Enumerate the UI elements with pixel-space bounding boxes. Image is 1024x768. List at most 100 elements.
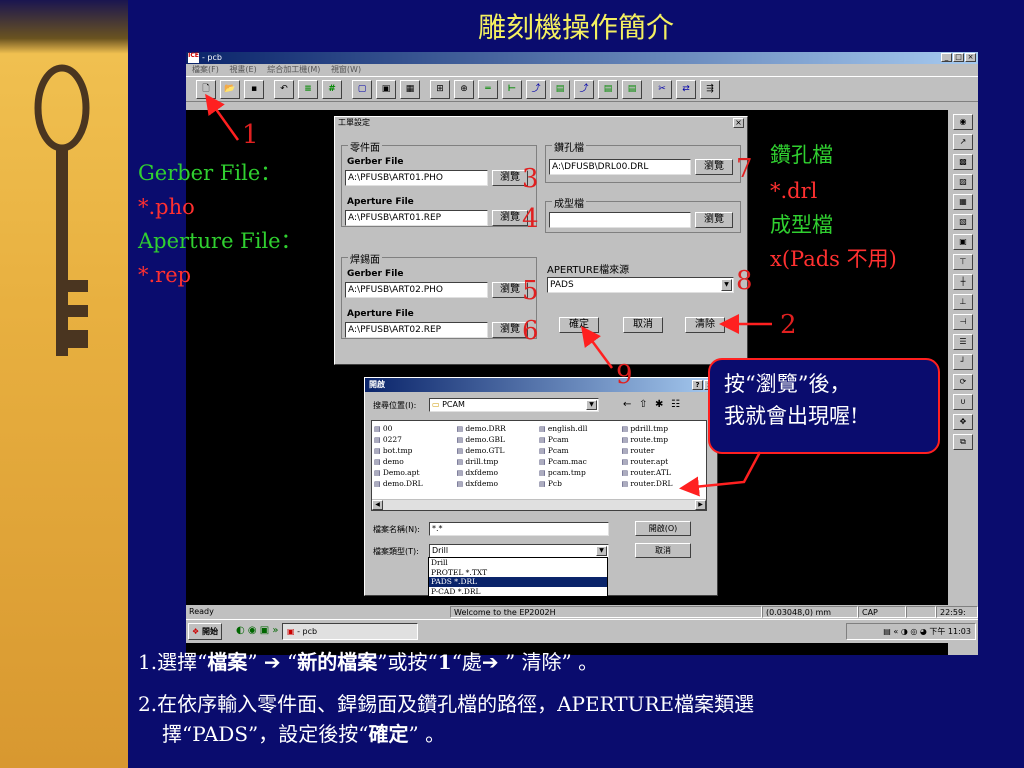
undo-icon[interactable]: ↶	[274, 79, 294, 99]
up-folder-icon[interactable]: ⇧	[639, 399, 647, 410]
scroll-right-icon[interactable]: ▶	[695, 500, 706, 510]
routing-browse-button[interactable]: 瀏覽	[695, 212, 733, 228]
list-item[interactable]: 0227	[374, 434, 457, 445]
list-item[interactable]: english.dll	[539, 423, 622, 434]
scroll-left-icon[interactable]: ◀	[372, 500, 383, 510]
align-top-icon[interactable]: ⊤	[953, 254, 973, 270]
filetype-select[interactable]: Drill ▼	[429, 544, 609, 558]
list-item[interactable]: demo.GBL	[457, 434, 540, 445]
menu-view[interactable]: 視畫(E)	[229, 65, 256, 74]
list-item[interactable]: router.ATL	[622, 467, 705, 478]
component-gerber-field[interactable]: A:\PFUSB\ART01.PHO	[345, 170, 488, 186]
frame-icon[interactable]: ▣	[376, 79, 396, 99]
open-button[interactable]: 開啟(O)	[635, 521, 691, 536]
file-list[interactable]: 00 0227 bot.tmp demo Demo.apt demo.DRL d…	[371, 420, 707, 511]
save-icon[interactable]: ▪	[244, 79, 264, 99]
zoom-icon[interactable]: ⊞	[430, 79, 450, 99]
drill-icon[interactable]: ✂	[652, 79, 672, 99]
list-item[interactable]: 00	[374, 423, 457, 434]
open-folder-icon[interactable]: 📂	[220, 79, 240, 99]
route-icon[interactable]: ⇄	[676, 79, 696, 99]
measure-icon[interactable]: ⊢	[502, 79, 522, 99]
corner-icon[interactable]: ┘	[953, 354, 973, 370]
list-item[interactable]: drill.tmp	[457, 456, 540, 467]
list-item[interactable]: router.apt	[622, 456, 705, 467]
list-item[interactable]: router	[622, 445, 705, 456]
component-aperture-field[interactable]: A:\PFUSB\ART01.REP	[345, 210, 488, 226]
routing-path-field[interactable]	[549, 212, 691, 228]
maximize-icon[interactable]: □	[953, 53, 964, 62]
new-file-icon[interactable]: 🗋	[196, 79, 216, 99]
list-item[interactable]: dxfdemo	[457, 478, 540, 489]
menu-file[interactable]: 檔案(F)	[192, 65, 219, 74]
new-folder-icon[interactable]: ✱	[655, 399, 663, 410]
list-item[interactable]: Pcb	[539, 478, 622, 489]
path-icon[interactable]: ⤴	[526, 79, 546, 99]
path2-icon[interactable]: ⤴	[574, 79, 594, 99]
list-item[interactable]: Pcam.mac	[539, 456, 622, 467]
menu-machine[interactable]: 綜合加工機(M)	[267, 65, 320, 74]
list-item[interactable]: bot.tmp	[374, 445, 457, 456]
open-cancel-button[interactable]: 取消	[635, 543, 691, 558]
layers-icon[interactable]: ≡	[298, 79, 318, 99]
clear-button[interactable]: 清除	[685, 317, 725, 333]
move-icon[interactable]: ✥	[953, 414, 973, 430]
close-icon[interactable]: ×	[965, 53, 976, 62]
taskbar-item-pcb[interactable]: ▣ - pcb	[282, 623, 418, 640]
menu-window[interactable]: 視窗(W)	[331, 65, 361, 74]
align-center-icon[interactable]: ┼	[953, 274, 973, 290]
list-item[interactable]: P-CAD *.DRL	[429, 587, 607, 597]
quicklaunch-icons[interactable]: ◐ ◉ ▣ »	[236, 625, 279, 636]
drill-browse-button[interactable]: 瀏覽	[695, 159, 733, 175]
select-icon[interactable]: ▢	[352, 79, 372, 99]
grid-icon[interactable]: #	[322, 79, 342, 99]
chevron-down-icon[interactable]: ▼	[586, 400, 597, 410]
list-item[interactable]: router.DRL	[622, 478, 705, 489]
hatch-tool-icon[interactable]: ▨	[953, 174, 973, 190]
cancel-button[interactable]: 取消	[623, 317, 663, 333]
filename-input[interactable]: *.*	[429, 522, 609, 536]
zoom-fit-icon[interactable]: ⊕	[454, 79, 474, 99]
chevron-down-icon[interactable]: ▼	[721, 279, 732, 291]
list-item[interactable]: pcam.tmp	[539, 467, 622, 478]
ruler-icon[interactable]: ═	[478, 79, 498, 99]
solder-gerber-field[interactable]: A:\PFUSB\ART02.PHO	[345, 282, 488, 298]
help-icon[interactable]: ?	[692, 380, 703, 390]
list-item[interactable]: route.tmp	[622, 434, 705, 445]
list-item[interactable]: Pcam	[539, 434, 622, 445]
filetype-dropdown-list[interactable]: Drill PROTEL *.TXT PADS *.DRL P-CAD *.DR…	[428, 557, 608, 597]
list-item[interactable]: PADS *.DRL	[429, 577, 607, 587]
drill-path-field[interactable]: A:\DFUSB\DRL00.DRL	[549, 159, 691, 175]
tool2-icon[interactable]: ▤	[598, 79, 618, 99]
view-menu-icon[interactable]: ☷	[671, 399, 680, 410]
aperture-source-select[interactable]: PADS ▼	[547, 277, 734, 293]
align-right-icon[interactable]: ⊣	[953, 314, 973, 330]
close-icon[interactable]: ×	[733, 118, 744, 128]
texture-tool-icon[interactable]: ▧	[953, 214, 973, 230]
list-item[interactable]: demo.DRR	[457, 423, 540, 434]
stack-icon[interactable]: ☰	[953, 334, 973, 350]
start-button[interactable]: ❖ 開始	[188, 623, 222, 640]
pattern-tool-icon[interactable]: ▦	[953, 194, 973, 210]
list-item[interactable]: demo	[374, 456, 457, 467]
origin-icon[interactable]: ◉	[953, 114, 973, 130]
tray-icons[interactable]: ▤ « ◑ ◎ ◕	[883, 627, 929, 636]
chevron-down-icon[interactable]: ▼	[596, 546, 607, 556]
list-item[interactable]: demo.GTL	[457, 445, 540, 456]
list-item[interactable]: pdrill.tmp	[622, 423, 705, 434]
cycle-icon[interactable]: ⟳	[953, 374, 973, 390]
list-item[interactable]: Drill	[429, 558, 607, 568]
tool3-icon[interactable]: ▤	[622, 79, 642, 99]
frame-tool-icon[interactable]: ▣	[953, 234, 973, 250]
list-item[interactable]: PROTEL *.TXT	[429, 568, 607, 578]
magnet-icon[interactable]: ∪	[953, 394, 973, 410]
minimize-icon[interactable]: _	[941, 53, 952, 62]
solder-aperture-field[interactable]: A:\PFUSB\ART02.REP	[345, 322, 488, 338]
ok-button[interactable]: 確定	[559, 317, 599, 333]
list-item[interactable]: Pcam	[539, 445, 622, 456]
arrow-tool-icon[interactable]: ↗	[953, 134, 973, 150]
look-in-select[interactable]: ▭ PCAM ▼	[429, 398, 599, 412]
fill-tool-icon[interactable]: ▩	[953, 154, 973, 170]
back-icon[interactable]: ←	[623, 399, 631, 410]
list-item[interactable]: Demo.apt	[374, 467, 457, 478]
